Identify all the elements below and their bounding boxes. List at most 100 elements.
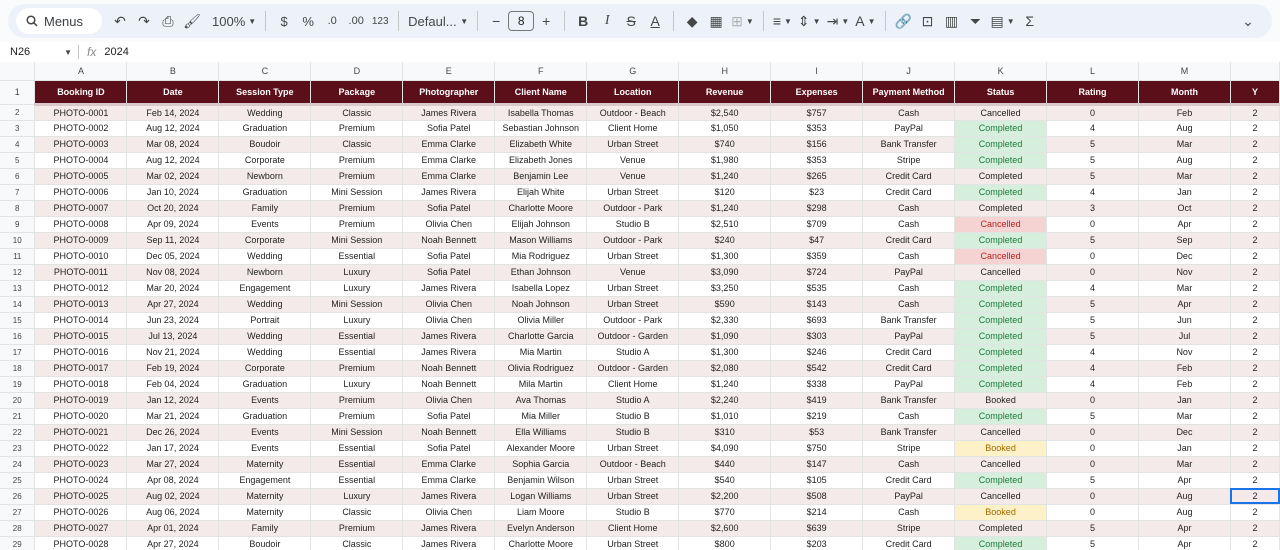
column-header[interactable]: J [862, 62, 956, 81]
table-cell[interactable]: Credit Card [862, 184, 956, 201]
row-number[interactable]: 19 [0, 376, 36, 393]
table-cell[interactable]: Olivia Chen [402, 312, 496, 329]
table-cell[interactable]: Studio A [586, 392, 680, 409]
table-cell[interactable]: Cash [862, 296, 956, 313]
table-cell[interactable]: $709 [770, 216, 864, 233]
table-cell[interactable]: Sofia Patel [402, 264, 496, 281]
table-cell[interactable]: Noah Bennett [402, 424, 496, 441]
table-cell[interactable]: Urban Street [586, 440, 680, 457]
table-cell[interactable]: 2 [1230, 392, 1280, 409]
table-cell[interactable]: $1,090 [678, 328, 772, 345]
status-cell[interactable]: Booked [954, 504, 1048, 521]
table-cell[interactable]: Jul [1138, 328, 1231, 345]
decrease-font-size-icon[interactable]: − [484, 8, 508, 34]
table-cell[interactable]: Essential [310, 328, 404, 345]
header-cell[interactable]: Revenue [678, 80, 772, 106]
table-cell[interactable]: Outdoor - Garden [586, 360, 680, 377]
table-cell[interactable]: 2 [1230, 440, 1280, 457]
table-cell[interactable]: $265 [770, 168, 864, 185]
table-cell[interactable]: Premium [310, 120, 404, 137]
status-cell[interactable]: Cancelled [954, 264, 1048, 281]
table-cell[interactable]: Urban Street [586, 184, 680, 201]
font-select[interactable]: Defaul... ▼ [405, 8, 471, 34]
table-cell[interactable]: PayPal [862, 328, 956, 345]
table-cell[interactable]: Alexander Moore [494, 440, 588, 457]
table-cell[interactable]: Wedding [218, 248, 312, 265]
table-cell[interactable]: PHOTO-0011 [34, 264, 128, 281]
table-cell[interactable]: Apr [1138, 520, 1231, 537]
table-cell[interactable]: Premium [310, 360, 404, 377]
table-cell[interactable]: Urban Street [586, 536, 680, 550]
table-cell[interactable]: Charlotte Garcia [494, 328, 588, 345]
table-cell[interactable]: Benjamin Lee [494, 168, 588, 185]
table-cell[interactable]: PHOTO-0004 [34, 152, 128, 169]
table-cell[interactable]: Nov [1138, 264, 1231, 281]
merge-cells-icon[interactable]: ⊞ ▼ [728, 8, 757, 34]
table-cell[interactable]: Classic [310, 104, 404, 121]
row-number[interactable]: 7 [0, 184, 36, 201]
table-cell[interactable]: Urban Street [586, 280, 680, 297]
table-cell[interactable]: Venue [586, 168, 680, 185]
table-cell[interactable]: $1,300 [678, 344, 772, 361]
table-cell[interactable]: Graduation [218, 120, 312, 137]
table-cell[interactable]: 3 [1046, 200, 1139, 217]
table-cell[interactable]: $53 [770, 424, 864, 441]
table-cell[interactable]: Credit Card [862, 168, 956, 185]
table-cell[interactable]: Cash [862, 504, 956, 521]
row-number[interactable]: 25 [0, 472, 36, 489]
row-number[interactable]: 29 [0, 536, 36, 550]
table-cell[interactable]: Nov [1138, 344, 1231, 361]
header-cell[interactable]: Package [310, 80, 404, 106]
table-cell[interactable]: $1,300 [678, 248, 772, 265]
number-format-button[interactable]: 123 [368, 8, 392, 34]
table-cell[interactable]: $4,090 [678, 440, 772, 457]
table-cell[interactable]: Engagement [218, 472, 312, 489]
column-header[interactable]: I [770, 62, 864, 81]
table-cell[interactable]: $535 [770, 280, 864, 297]
table-cell[interactable]: Aug 02, 2024 [126, 488, 220, 505]
table-cell[interactable]: James Rivera [402, 104, 496, 121]
table-cell[interactable]: $1,010 [678, 408, 772, 425]
table-cell[interactable]: Dec 05, 2024 [126, 248, 220, 265]
table-cell[interactable]: 2 [1230, 472, 1280, 489]
status-cell[interactable]: Booked [954, 440, 1048, 457]
table-cell[interactable]: Sofia Patel [402, 200, 496, 217]
horizontal-align-icon[interactable]: ≡ ▼ [770, 8, 795, 34]
row-number[interactable]: 14 [0, 296, 36, 313]
table-cell[interactable]: Jun 23, 2024 [126, 312, 220, 329]
status-cell[interactable]: Cancelled [954, 216, 1048, 233]
table-cell[interactable]: Sep 11, 2024 [126, 232, 220, 249]
table-cell[interactable]: $639 [770, 520, 864, 537]
table-cell[interactable]: Feb 04, 2024 [126, 376, 220, 393]
table-cell[interactable]: PHOTO-0028 [34, 536, 128, 550]
table-cell[interactable]: 2 [1230, 328, 1280, 345]
row-number[interactable]: 15 [0, 312, 36, 329]
table-cell[interactable]: Olivia Rodriguez [494, 360, 588, 377]
table-cell[interactable]: PHOTO-0012 [34, 280, 128, 297]
table-cell[interactable]: PHOTO-0009 [34, 232, 128, 249]
row-number[interactable]: 23 [0, 440, 36, 457]
table-cell[interactable]: $120 [678, 184, 772, 201]
table-cell[interactable]: Premium [310, 216, 404, 233]
table-cell[interactable]: Dec [1138, 424, 1231, 441]
table-cell[interactable]: Olivia Chen [402, 216, 496, 233]
status-cell[interactable]: Cancelled [954, 424, 1048, 441]
table-cell[interactable]: Graduation [218, 408, 312, 425]
table-cell[interactable]: $1,050 [678, 120, 772, 137]
table-cell[interactable]: 0 [1046, 248, 1139, 265]
fill-color-icon[interactable]: ◆ [680, 8, 704, 34]
undo-icon[interactable]: ↶ [108, 8, 132, 34]
table-cell[interactable]: Sep [1138, 232, 1231, 249]
table-cell[interactable]: PHOTO-0015 [34, 328, 128, 345]
table-cell[interactable]: 4 [1046, 184, 1139, 201]
percent-button[interactable]: % [296, 8, 320, 34]
table-cell[interactable]: Ava Thomas [494, 392, 588, 409]
status-cell[interactable]: Completed [954, 376, 1048, 393]
table-cell[interactable]: Boudoir [218, 136, 312, 153]
table-cell[interactable]: 2 [1230, 152, 1280, 169]
table-cell[interactable]: Emma Clarke [402, 168, 496, 185]
table-cell[interactable]: Classic [310, 504, 404, 521]
table-cell[interactable]: $540 [678, 472, 772, 489]
table-cell[interactable]: PHOTO-0024 [34, 472, 128, 489]
table-cell[interactable]: Cash [862, 408, 956, 425]
